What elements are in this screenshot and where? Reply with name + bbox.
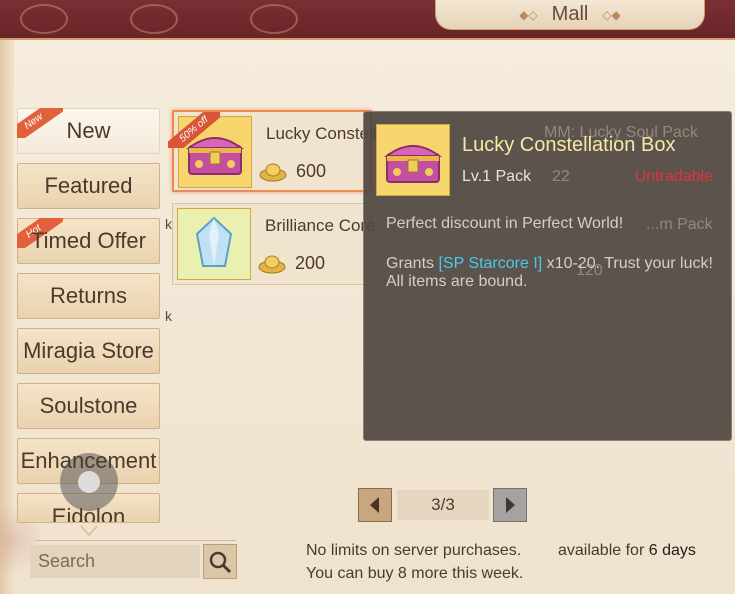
gold-ingot-icon (259, 163, 287, 182)
tab-label: Miragia Store (23, 338, 154, 363)
item-tooltip: MM: Lucky Soul Pack 22 ...m Pack 120 Luc… (363, 111, 732, 441)
purchase-limit-text: No limits on server purchases. (306, 542, 522, 559)
tooltip-item-level: Lv.1 Pack (462, 168, 532, 185)
header-ornament (250, 4, 298, 34)
gold-ingot-icon (258, 255, 286, 274)
tab-miragia-store[interactable]: Miragia Store (17, 328, 160, 374)
title-plate: ◆◇ Mall ◇◆ (435, 0, 705, 30)
joystick-knob[interactable] (78, 471, 100, 493)
availability-text: available for 6 days (558, 542, 696, 559)
tooltip-flavor-text: Perfect discount in Perfect World! (386, 215, 624, 232)
price-row: 600 (258, 156, 368, 186)
tab-label: Eidolon (51, 504, 126, 523)
header-ornament (130, 4, 178, 34)
window-title: Mall (551, 3, 589, 25)
item-price: 200 (295, 252, 326, 273)
tab-label: New (66, 118, 111, 143)
tooltip-description: Perfect discount in Perfect World! Grant… (386, 215, 716, 313)
tab-featured[interactable]: Featured (17, 163, 160, 209)
chevron-right-icon (506, 497, 515, 513)
next-page-button[interactable] (493, 488, 527, 522)
tooltip-grant-text: Grants [SP Starcore I] x10-20. Trust you… (386, 255, 713, 272)
tab-label: Timed Offer (31, 228, 146, 253)
tooltip-tradable-status: Untradable (634, 168, 713, 185)
divider (36, 540, 236, 541)
granted-item-link: [SP Starcore I] (438, 255, 543, 272)
search-input[interactable] (30, 545, 200, 578)
chevron-down-icon (80, 525, 98, 537)
tab-label: Enhancement (20, 448, 157, 473)
mall-header: ◆◇ Mall ◇◆ (0, 0, 735, 40)
tab-label: Soulstone (39, 393, 138, 418)
page-indicator: 3/3 (397, 490, 489, 520)
title-ornament-right: ◇◆ (602, 7, 621, 22)
crystal-core-icon (177, 208, 251, 280)
chevron-left-icon (370, 497, 379, 513)
tab-label: Featured (44, 173, 133, 198)
item-card-lucky-constellation-box[interactable]: 50% off Lucky Constellation Box 600 (168, 110, 447, 192)
new-badge: New (17, 108, 63, 138)
tab-returns[interactable]: Returns (17, 273, 160, 319)
weekly-limit-text: You can buy 8 more this week. (306, 565, 524, 582)
prev-page-button[interactable] (358, 488, 392, 522)
price-row: 200 (257, 248, 367, 278)
availability-value: 6 days (648, 542, 696, 559)
item-price: 600 (296, 160, 327, 181)
item-card-brilliance-core[interactable]: Brilliance Core 200 (172, 203, 376, 285)
item-name: Brilliance Core (265, 216, 376, 235)
tooltip-bound-note: All items are bound. (386, 273, 528, 290)
search-button[interactable] (203, 544, 237, 579)
clipped-text: k (165, 308, 172, 324)
title-ornament-left: ◆◇ (519, 7, 538, 22)
discount-badge: 50% off (168, 112, 220, 148)
tab-new[interactable]: New New (17, 108, 160, 154)
header-ornament (20, 4, 68, 34)
tab-timed-offer[interactable]: Hot Timed Offer (17, 218, 160, 264)
tooltip-item-name: Lucky Constellation Box (462, 134, 676, 156)
tab-label: Returns (49, 283, 128, 308)
clipped-text: k (165, 216, 172, 232)
behind-item-price: 22 (552, 168, 570, 185)
treasure-chest-icon (376, 124, 450, 196)
search-icon (209, 551, 232, 573)
tab-soulstone[interactable]: Soulstone (17, 383, 160, 429)
